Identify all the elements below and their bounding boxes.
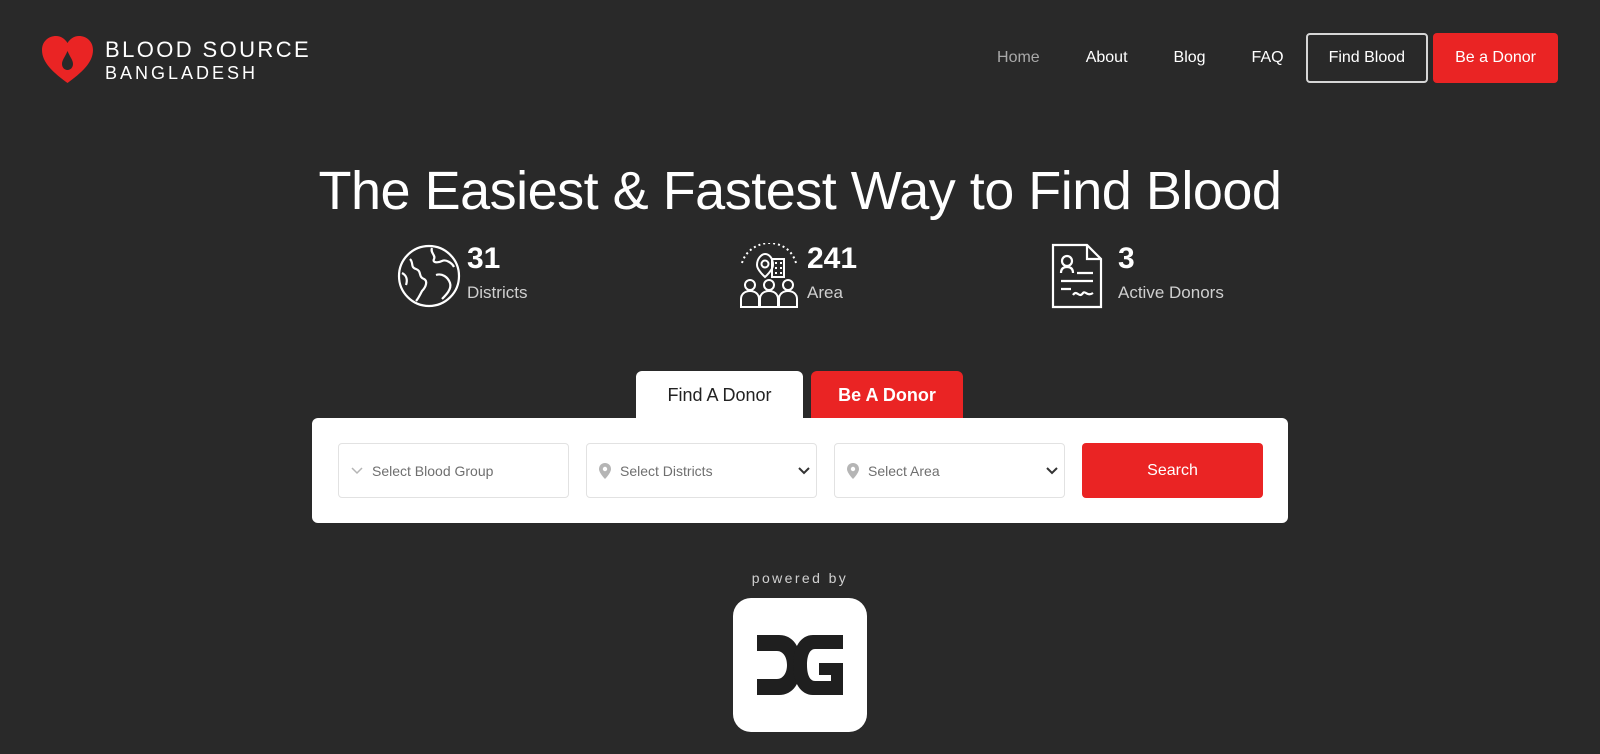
districts-placeholder: Select Districts [620,462,713,479]
nav-blog-link[interactable]: Blog [1174,49,1206,67]
chevron-down-icon [798,467,810,475]
brand-logo[interactable]: BLOOD SOURCE BANGLADESH [40,35,311,85]
blood-group-select[interactable]: Select Blood Group [338,443,569,498]
stat-area: 241 Area [736,243,857,309]
document-certificate-icon [1051,243,1103,309]
stat-label: Area [807,282,843,302]
globe-icon [397,244,461,308]
tab-be-a-donor[interactable]: Be A Donor [811,371,963,419]
heart-drop-icon [42,36,93,83]
hero-title: The Easiest & Fastest Way to Find Blood [318,161,1282,221]
location-pin-icon [847,463,859,479]
stat-label: Active Donors [1118,282,1224,302]
stat-value: 3 [1118,242,1135,275]
location-pin-icon [599,463,611,479]
brand-name-line1: BLOOD SOURCE [105,36,312,62]
search-button[interactable]: Search [1082,443,1263,498]
powered-by-text: powered by [751,570,849,586]
stat-active-donors: 3 Active Donors [1047,243,1224,309]
dg-logo-icon [757,635,843,695]
area-select[interactable]: Select Area [834,443,1065,498]
chevron-down-icon [1046,467,1058,475]
stat-value: 31 [467,242,501,275]
search-card: Select Blood Group Select Districts Sele… [312,418,1288,523]
nav-faq-link[interactable]: FAQ [1252,49,1284,67]
districts-select[interactable]: Select Districts [586,443,817,498]
find-blood-button[interactable]: Find Blood [1305,33,1429,83]
nav-about-link[interactable]: About [1086,49,1128,67]
area-people-icon [740,243,798,308]
stat-label: Districts [467,282,528,302]
stat-districts: 31 Districts [396,243,527,309]
nav-home-link[interactable]: Home [997,49,1040,67]
page: BLOOD SOURCE BANGLADESH Home About Blog … [0,0,1600,754]
main-nav: Home About Blog FAQ Find Blood Be a Dono… [997,33,1558,83]
area-placeholder: Select Area [868,462,940,479]
dg-partner-logo[interactable] [733,598,867,732]
brand-name-line2: BANGLADESH [105,62,259,83]
be-a-donor-button[interactable]: Be a Donor [1433,33,1558,83]
chevron-down-icon [351,467,363,475]
blood-group-placeholder: Select Blood Group [372,462,494,479]
tab-find-a-donor[interactable]: Find A Donor [636,371,803,419]
stat-value: 241 [807,242,858,275]
